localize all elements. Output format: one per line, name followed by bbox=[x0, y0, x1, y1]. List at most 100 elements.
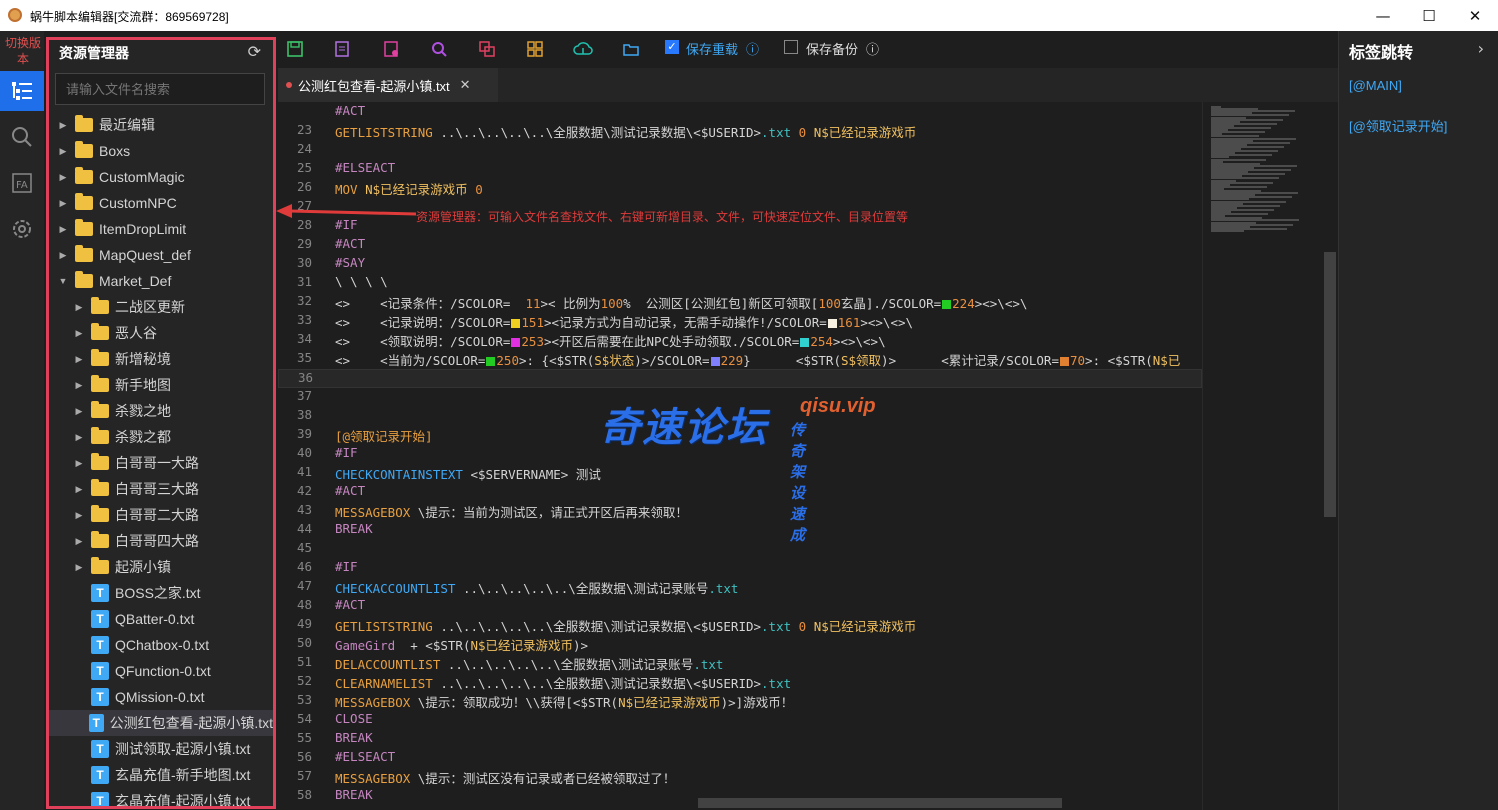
tab-close-icon[interactable]: ✕ bbox=[460, 77, 471, 93]
chevron-right-icon[interactable]: ▶ bbox=[73, 536, 85, 547]
chevron-right-icon[interactable]: ▶ bbox=[73, 354, 85, 365]
tree-folder[interactable]: ▶ 白哥哥一大路 bbox=[49, 450, 273, 476]
chevron-right-icon[interactable]: ▶ bbox=[73, 562, 85, 573]
chevron-right-icon[interactable]: ▶ bbox=[73, 406, 85, 417]
code-line[interactable]: 24 bbox=[278, 141, 1202, 160]
tree-folder[interactable]: ▶ 起源小镇 bbox=[49, 554, 273, 580]
chevron-right-icon[interactable]: ▶ bbox=[73, 484, 85, 495]
vertical-scrollbar[interactable] bbox=[1323, 102, 1337, 810]
chevron-right-icon[interactable]: ▶ bbox=[73, 380, 85, 391]
tree-folder[interactable]: ▶ 最近编辑 bbox=[49, 112, 273, 138]
code-line[interactable]: 42 #ACT bbox=[278, 483, 1202, 502]
tree-folder[interactable]: ▶ CustomMagic bbox=[49, 164, 273, 190]
code-line[interactable]: 41 CHECKCONTAINSTEXT <$SERVERNAME> 测试 bbox=[278, 464, 1202, 483]
horizontal-scrollbar[interactable] bbox=[698, 798, 1062, 808]
code-line[interactable]: 29 #ACT bbox=[278, 236, 1202, 255]
code-line[interactable]: 32 <> <记录条件：/SCOLOR= 11>< 比例为100% 公测区[公测红… bbox=[278, 293, 1202, 312]
code-line[interactable]: 31 \ \ \ \ bbox=[278, 274, 1202, 293]
tree-file[interactable]: T 测试领取-起源小镇.txt bbox=[49, 736, 273, 762]
tree-folder[interactable]: ▶ 二战区更新 bbox=[49, 294, 273, 320]
switch-version-button[interactable]: 切换版本 bbox=[4, 35, 42, 67]
chevron-right-icon[interactable]: › bbox=[1478, 39, 1484, 58]
tree-file[interactable]: T QBatter-0.txt bbox=[49, 606, 273, 632]
code-line[interactable]: 45 bbox=[278, 540, 1202, 559]
tree-file[interactable]: T QMission-0.txt bbox=[49, 684, 273, 710]
chevron-right-icon[interactable]: ▶ bbox=[73, 458, 85, 469]
code-line[interactable]: 56 #ELSEACT bbox=[278, 749, 1202, 768]
code-line[interactable]: 57 MESSAGEBOX \提示：测试区没有记录或者已经被领取过了！ bbox=[278, 768, 1202, 787]
refresh-icon[interactable]: ⟳ bbox=[248, 42, 261, 61]
save-backup-checkbox[interactable] bbox=[784, 40, 798, 54]
code-line[interactable]: 55 BREAK bbox=[278, 730, 1202, 749]
label-link-main[interactable]: [@MAIN] bbox=[1349, 78, 1402, 93]
tree-folder[interactable]: ▶ 杀戮之都 bbox=[49, 424, 273, 450]
explorer-icon[interactable] bbox=[0, 71, 44, 111]
editor-tab[interactable]: 公测红包查看-起源小镇.txt ✕ bbox=[278, 68, 498, 102]
folder-open-icon[interactable] bbox=[620, 38, 642, 60]
code-line[interactable]: 51 DELACCOUNTLIST ..\..\..\..\..\全服数据\测试记… bbox=[278, 654, 1202, 673]
settings-icon[interactable] bbox=[0, 209, 44, 249]
tree-folder[interactable]: ▶ 新增秘境 bbox=[49, 346, 273, 372]
tree-file[interactable]: T 玄晶充值-起源小镇.txt bbox=[49, 788, 273, 806]
help-icon[interactable]: ⓘ bbox=[746, 39, 759, 58]
find-icon[interactable] bbox=[428, 38, 450, 60]
tree-file[interactable]: T QChatbox-0.txt bbox=[49, 632, 273, 658]
code-line[interactable]: 26 MOV N$已经记录游戏币 0 bbox=[278, 179, 1202, 198]
code-line[interactable]: 23 GETLISTSTRING ..\..\..\..\..\全服数据\测试记录… bbox=[278, 122, 1202, 141]
tree-folder[interactable]: ▶ Boxs bbox=[49, 138, 273, 164]
tree-folder[interactable]: ▼ Market_Def bbox=[49, 268, 273, 294]
grid-icon[interactable] bbox=[524, 38, 546, 60]
code-line[interactable]: 47 CHECKACCOUNTLIST ..\..\..\..\..\全服数据\测… bbox=[278, 578, 1202, 597]
chevron-down-icon[interactable]: ▼ bbox=[57, 276, 69, 286]
label-link-record-start[interactable]: [@领取记录开始] bbox=[1349, 116, 1447, 135]
chevron-right-icon[interactable]: ▶ bbox=[73, 302, 85, 313]
code-line[interactable]: 52 CLEARNAMELIST ..\..\..\..\..\全服数据\测试记录… bbox=[278, 673, 1202, 692]
tree-folder[interactable]: ▶ 白哥哥三大路 bbox=[49, 476, 273, 502]
save-reload-label[interactable]: 保存重载 bbox=[686, 39, 738, 58]
code-line[interactable]: 49 GETLISTSTRING ..\..\..\..\..\全服数据\测试记录… bbox=[278, 616, 1202, 635]
upload-icon[interactable] bbox=[572, 38, 594, 60]
code-line[interactable]: 54 CLOSE bbox=[278, 711, 1202, 730]
chevron-right-icon[interactable]: ▶ bbox=[57, 146, 69, 157]
copy-icon[interactable] bbox=[476, 38, 498, 60]
chevron-right-icon[interactable]: ▶ bbox=[73, 328, 85, 339]
code-line[interactable]: 43 MESSAGEBOX \提示：当前为测试区，请正式开区后再来领取！ bbox=[278, 502, 1202, 521]
search-icon[interactable] bbox=[0, 117, 44, 157]
code-line[interactable]: 35 <> <当前为/SCOLOR= 250>: {<$STR(S$状态)>/SCO… bbox=[278, 350, 1202, 369]
tree-file[interactable]: T BOSS之家.txt bbox=[49, 580, 273, 606]
tree-file[interactable]: T 玄晶充值-新手地图.txt bbox=[49, 762, 273, 788]
code-line[interactable]: 34 <> <领取说明：/SCOLOR= 253><开区后需要在此NPC处手动领取.… bbox=[278, 331, 1202, 350]
help-icon[interactable]: ⓘ bbox=[866, 39, 879, 58]
chevron-right-icon[interactable]: ▶ bbox=[57, 224, 69, 235]
code-line[interactable]: #ACT bbox=[278, 103, 1202, 122]
chevron-right-icon[interactable]: ▶ bbox=[57, 250, 69, 261]
maximize-button[interactable]: ☐ bbox=[1406, 0, 1452, 31]
code-line[interactable]: 48 #ACT bbox=[278, 597, 1202, 616]
save-backup-label[interactable]: 保存备份 bbox=[806, 39, 858, 58]
tree-file[interactable]: T QFunction-0.txt bbox=[49, 658, 273, 684]
code-line[interactable]: 33 <> <记录说明：/SCOLOR= 151><记录方式为自动记录，无需手动操作… bbox=[278, 312, 1202, 331]
scrollbar-thumb[interactable] bbox=[1324, 252, 1336, 517]
code-line[interactable]: 46 #IF bbox=[278, 559, 1202, 578]
code-line[interactable]: 50 GameGird + <$STR(N$已经记录游戏币)> bbox=[278, 635, 1202, 654]
save-icon[interactable] bbox=[284, 38, 306, 60]
tree-folder[interactable]: ▶ ItemDropLimit bbox=[49, 216, 273, 242]
save-reload-checkbox[interactable]: ✓ bbox=[665, 40, 679, 54]
close-button[interactable]: ✕ bbox=[1452, 0, 1498, 31]
tree-folder[interactable]: ▶ 白哥哥二大路 bbox=[49, 502, 273, 528]
close-doc-icon[interactable] bbox=[380, 38, 402, 60]
minimap[interactable] bbox=[1202, 102, 1322, 810]
chevron-right-icon[interactable]: ▶ bbox=[73, 432, 85, 443]
font-icon[interactable]: FA bbox=[0, 163, 44, 203]
tree-folder[interactable]: ▶ CustomNPC bbox=[49, 190, 273, 216]
edit-doc-icon[interactable] bbox=[331, 38, 353, 60]
chevron-right-icon[interactable]: ▶ bbox=[73, 510, 85, 521]
tree-folder[interactable]: ▶ 新手地图 bbox=[49, 372, 273, 398]
chevron-right-icon[interactable]: ▶ bbox=[57, 120, 69, 131]
code-line[interactable]: 44 BREAK bbox=[278, 521, 1202, 540]
tree-folder[interactable]: ▶ 白哥哥四大路 bbox=[49, 528, 273, 554]
tree-folder[interactable]: ▶ 杀戮之地 bbox=[49, 398, 273, 424]
code-line[interactable]: 25 #ELSEACT bbox=[278, 160, 1202, 179]
tree-folder[interactable]: ▶ MapQuest_def bbox=[49, 242, 273, 268]
tree-folder[interactable]: ▶ 恶人谷 bbox=[49, 320, 273, 346]
